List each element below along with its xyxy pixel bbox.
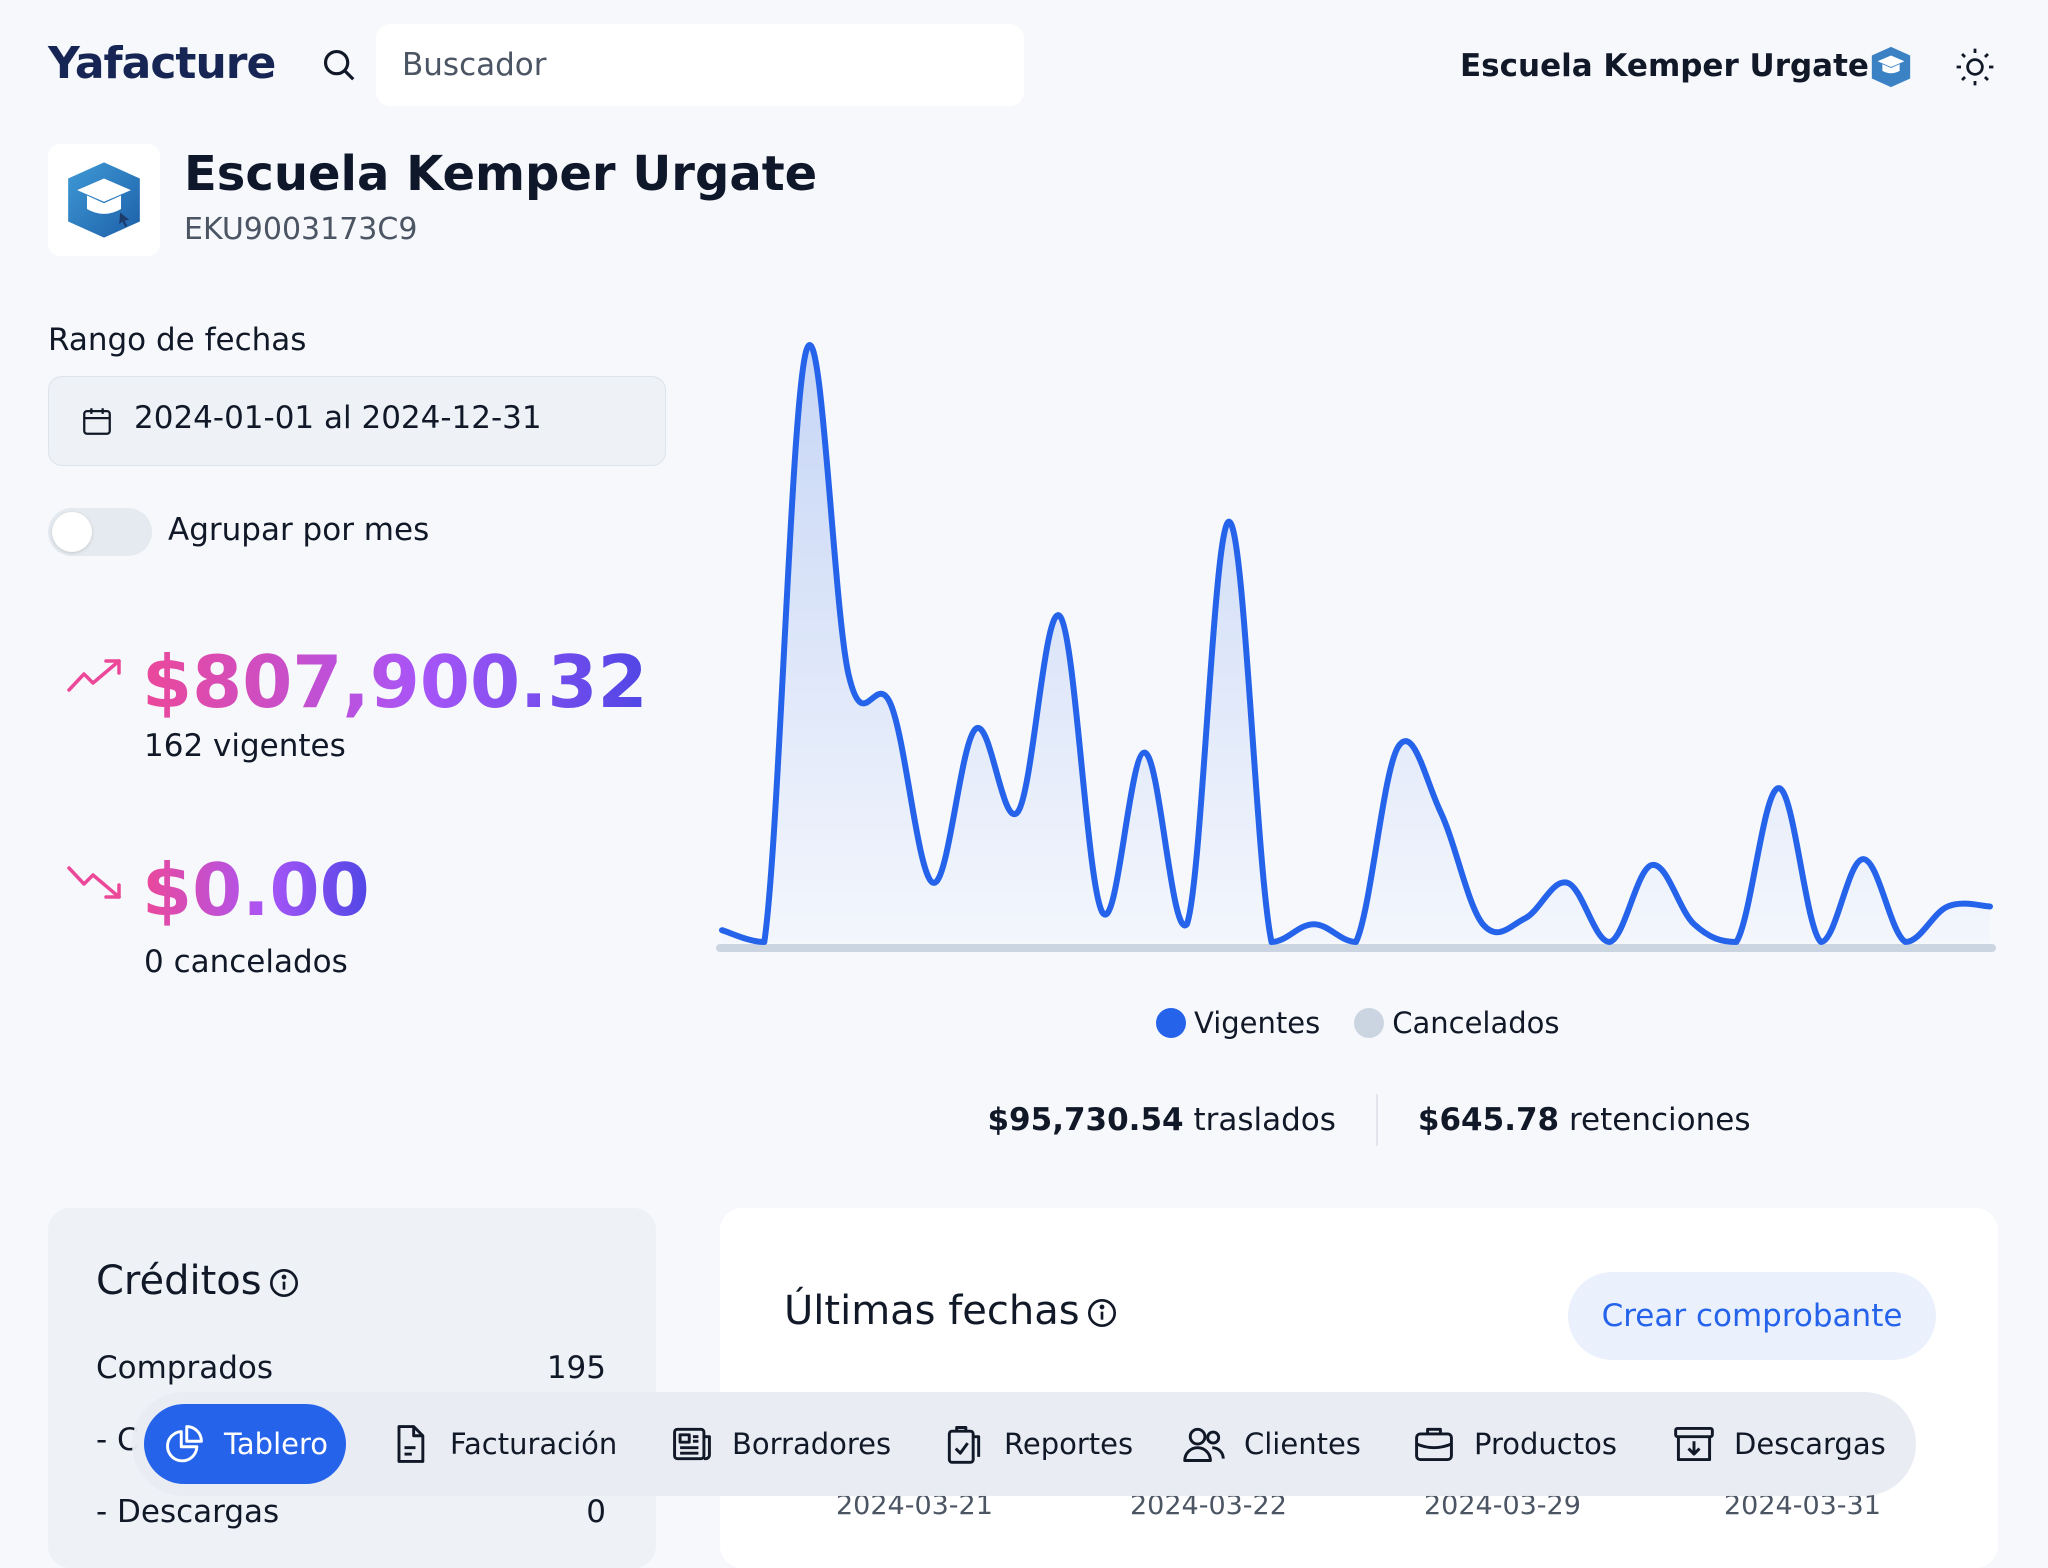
valid-amount: $807,900.32: [142, 640, 648, 724]
traslados-label: traslados: [1193, 1102, 1336, 1138]
nav-item-facturacion[interactable]: Facturación: [388, 1404, 617, 1484]
chart-legend: Vigentes Cancelados: [1156, 1006, 1594, 1040]
company-logo: [48, 144, 160, 256]
group-by-month-toggle[interactable]: [48, 508, 152, 556]
legend-item-cancelados[interactable]: Cancelados: [1354, 1006, 1560, 1040]
valid-count: 162 vigentes: [144, 728, 346, 764]
document-icon: [397, 1425, 425, 1463]
tax-divider: [1375, 1094, 1378, 1146]
nav-label-facturacion: Facturación: [450, 1427, 618, 1461]
search-icon[interactable]: [320, 46, 358, 84]
calendar-icon: [83, 408, 111, 435]
date-range-label: Rango de fechas: [48, 322, 307, 358]
pie-chart-icon: [166, 1425, 203, 1463]
nav-label-borradores: Borradores: [732, 1427, 892, 1461]
users-icon: [1183, 1427, 1225, 1462]
credits-title-text: Créditos: [96, 1258, 262, 1304]
school-logo-icon: [68, 162, 140, 238]
legend-dot-vigentes: [1156, 1008, 1186, 1038]
clipboard-check-icon: [947, 1426, 981, 1464]
trending-up-icon: [67, 659, 121, 692]
company-name: Escuela Kemper Urgate: [184, 146, 818, 202]
tax-summary: $95,730.54 traslados $645.78 retenciones: [984, 1094, 1754, 1146]
nav-label-descargas: Descargas: [1734, 1427, 1886, 1461]
nav-label-clientes: Clientes: [1244, 1427, 1361, 1461]
info-icon[interactable]: [268, 1267, 300, 1299]
legend-label-cancelados: Cancelados: [1392, 1006, 1560, 1040]
nav-item-reportes[interactable]: Reportes: [942, 1404, 1133, 1484]
company-selector[interactable]: Escuela Kemper Urgate: [1460, 48, 1869, 84]
credits-row-label: - Descargas: [96, 1494, 280, 1530]
nav-label-productos: Productos: [1474, 1427, 1617, 1461]
nav-item-clientes[interactable]: Clientes: [1182, 1404, 1361, 1484]
graduation-cap-icon[interactable]: [1868, 44, 1914, 90]
invoices-area-chart: [716, 342, 1996, 952]
legend-item-vigentes[interactable]: Vigentes: [1156, 1006, 1320, 1040]
legend-label-vigentes: Vigentes: [1194, 1006, 1321, 1040]
date-range-value[interactable]: 2024-01-01 al 2024-12-31: [134, 400, 542, 436]
cancel-count: 0 cancelados: [144, 944, 348, 980]
trending-down-icon: [67, 866, 121, 899]
company-rfc: EKU9003173C9: [184, 212, 418, 247]
latest-dates-title-text: Últimas fechas: [784, 1288, 1080, 1334]
nav-label-tablero: Tablero: [224, 1427, 329, 1461]
latest-dates-title: Últimas fechas: [784, 1288, 1118, 1334]
credits-row-value: 0: [586, 1494, 606, 1530]
app-logo[interactable]: Yafacture: [48, 38, 276, 89]
briefcase-icon: [1415, 1427, 1453, 1462]
nav-item-productos[interactable]: Productos: [1412, 1404, 1617, 1484]
search-input[interactable]: [376, 24, 1024, 106]
traslados-amount: $95,730.54: [987, 1102, 1184, 1138]
sun-icon[interactable]: [1954, 46, 1996, 88]
archive-download-icon: [1674, 1426, 1714, 1462]
nav-item-borradores[interactable]: Borradores: [670, 1404, 891, 1484]
nav-item-descargas[interactable]: Descargas: [1672, 1404, 1886, 1484]
credits-row: Comprados 195: [96, 1350, 606, 1386]
credits-row: - Descargas 0: [96, 1494, 606, 1530]
cancel-amount: $0.00: [142, 848, 370, 932]
legend-dot-cancelados: [1354, 1008, 1385, 1038]
nav-label-reportes: Reportes: [1004, 1427, 1134, 1461]
create-invoice-button[interactable]: Crear comprobante: [1568, 1272, 1936, 1360]
credits-title: Créditos: [96, 1258, 300, 1304]
retenciones-amount: $645.78: [1417, 1102, 1560, 1138]
retenciones-label: retenciones: [1568, 1102, 1751, 1138]
nav-item-tablero[interactable]: Tablero: [144, 1404, 347, 1484]
credits-row-label: Comprados: [96, 1350, 274, 1386]
group-by-month-label: Agrupar por mes: [168, 512, 430, 548]
info-icon[interactable]: [1086, 1297, 1118, 1329]
newspaper-icon: [673, 1427, 711, 1461]
toggle-knob[interactable]: [52, 512, 92, 552]
credits-row-value: 195: [546, 1350, 606, 1386]
